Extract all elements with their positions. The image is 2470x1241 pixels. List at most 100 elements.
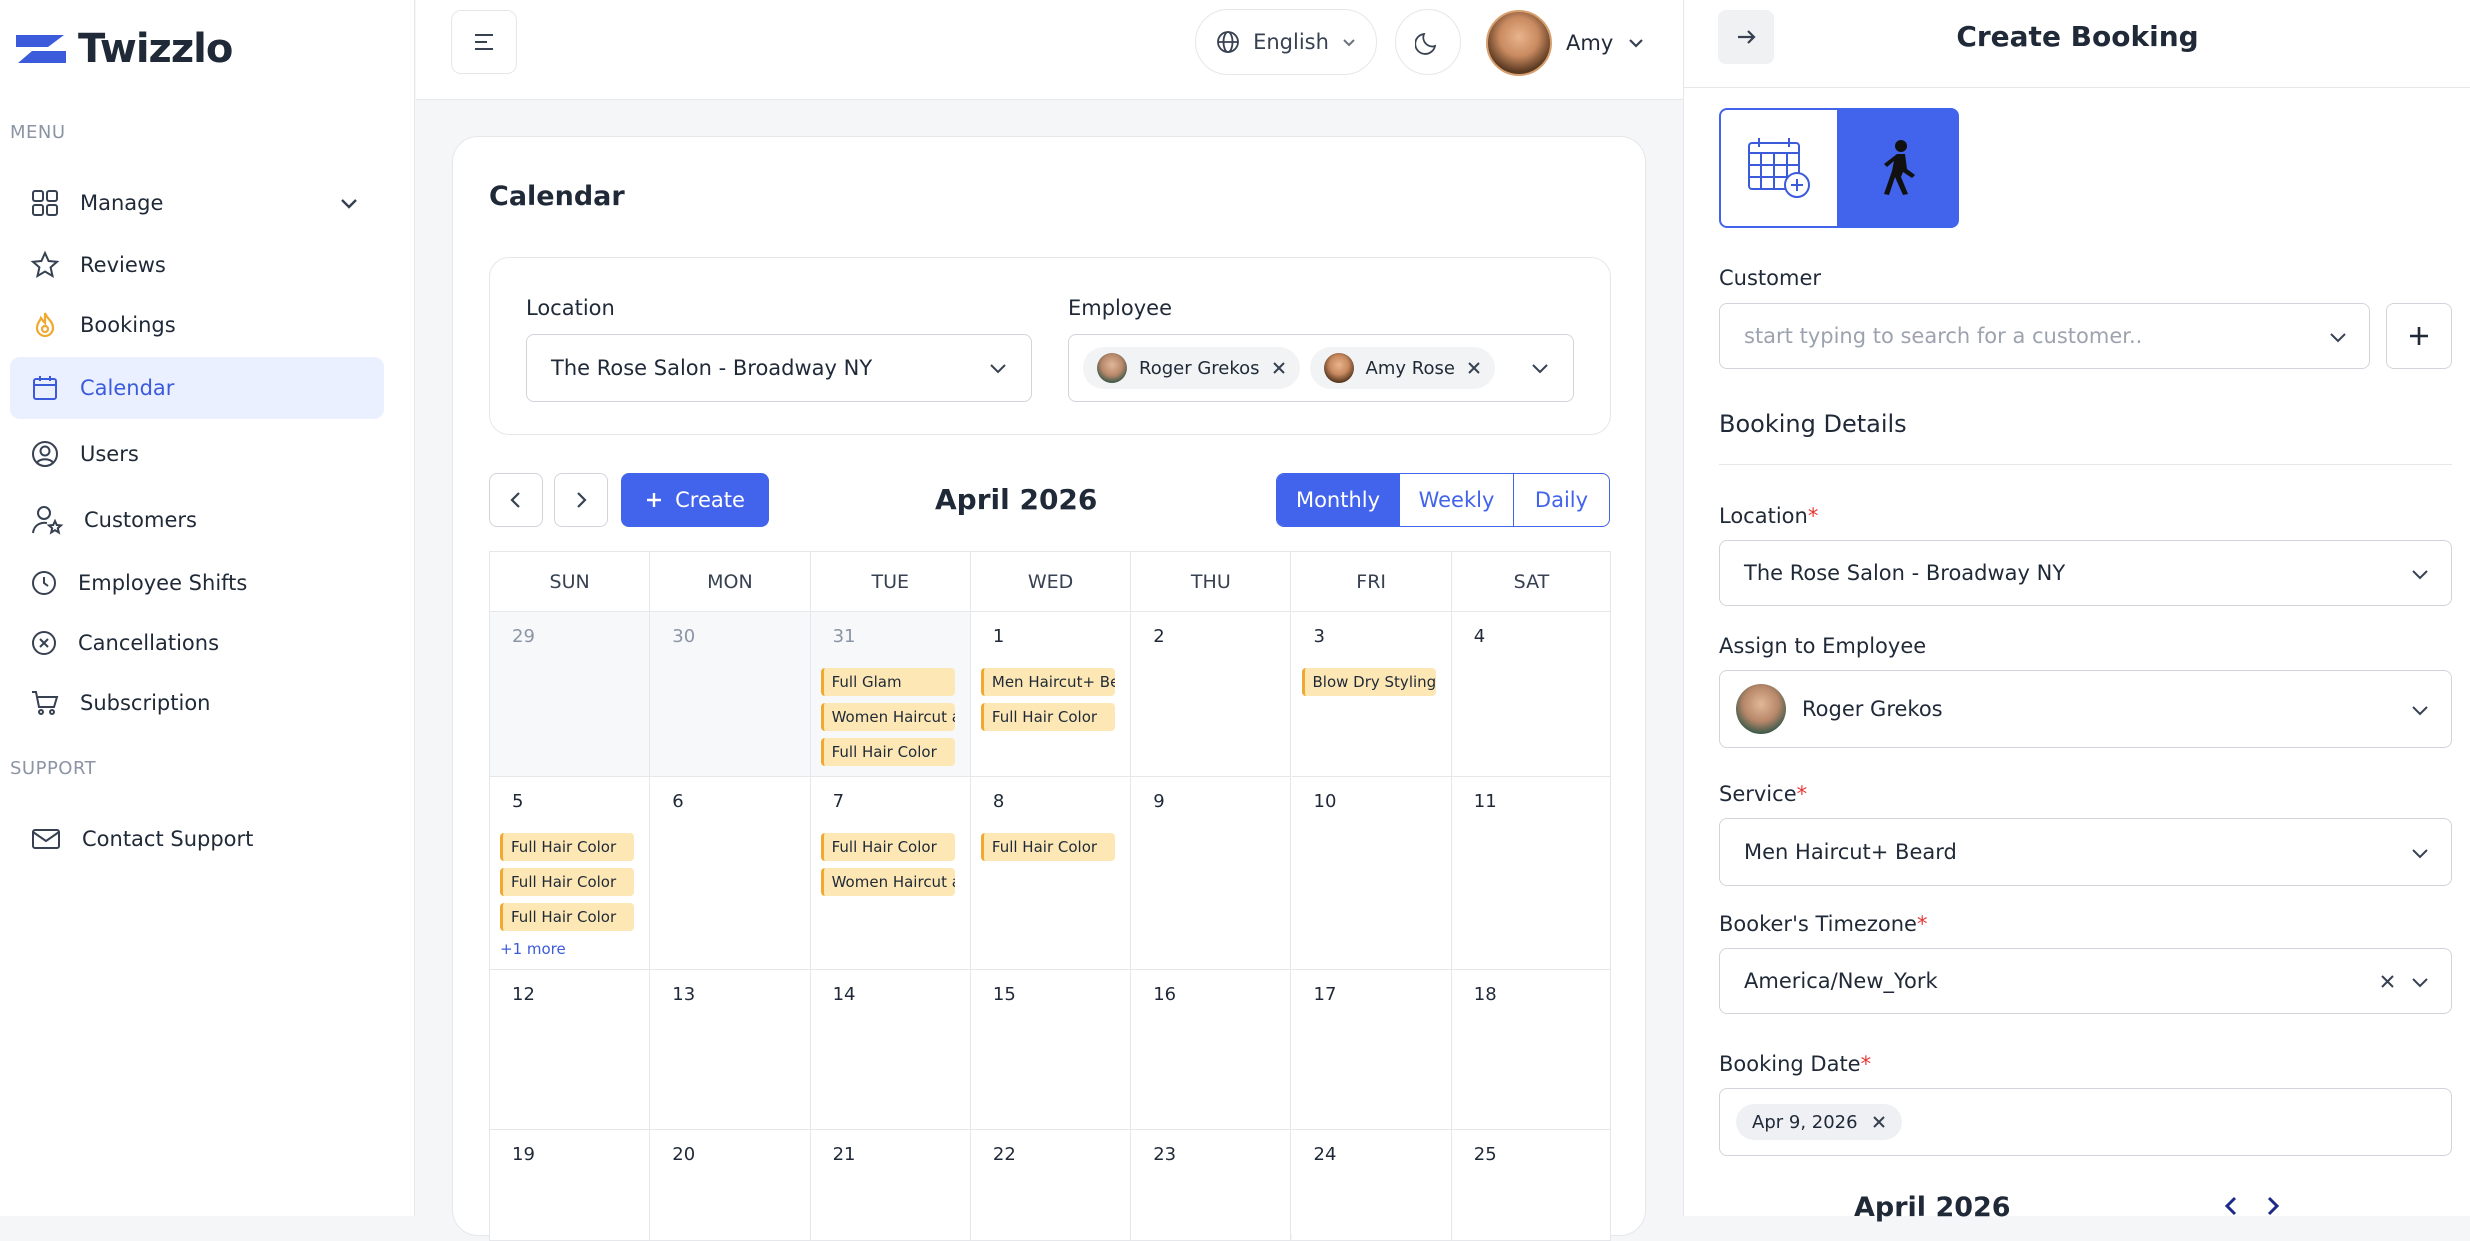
- chevron-down-icon: [2412, 849, 2428, 859]
- sidebar-item-label: Cancellations: [78, 631, 220, 655]
- more-events-link[interactable]: +1 more: [500, 940, 566, 958]
- timezone-value: America/New_York: [1744, 969, 1938, 993]
- chevron-left-icon: [510, 492, 520, 508]
- calendar-day-cell[interactable]: 13: [650, 970, 811, 1130]
- calendar-event[interactable]: Men Haircut+ Beard: [980, 668, 1115, 696]
- sidebar-item-reviews[interactable]: Reviews: [10, 234, 384, 296]
- close-icon[interactable]: [1467, 361, 1481, 375]
- booking-date-input[interactable]: Apr 9, 2026: [1719, 1088, 2452, 1156]
- calendar-day-cell[interactable]: 7 Full Hair Color Women Haircut and: [810, 777, 971, 970]
- employee-multiselect[interactable]: Roger Grekos Amy Rose: [1068, 334, 1574, 402]
- timezone-select[interactable]: America/New_York: [1719, 948, 2452, 1014]
- walk-in-booking-toggle[interactable]: [1839, 108, 1959, 228]
- theme-toggle-button[interactable]: [1395, 9, 1461, 75]
- calendar-day-cell[interactable]: 21: [810, 1130, 971, 1240]
- view-weekly-button[interactable]: Weekly: [1399, 474, 1513, 526]
- previous-month-button[interactable]: [489, 473, 543, 527]
- calendar-event[interactable]: Full Hair Color: [500, 868, 634, 896]
- label-text: Booking Date: [1719, 1052, 1861, 1076]
- calendar-day-cell[interactable]: 8 Full Hair Color: [970, 777, 1132, 970]
- sidebar-item-cancellations[interactable]: Cancellations: [10, 612, 384, 674]
- calendar-day-cell[interactable]: 18: [1451, 970, 1610, 1130]
- calendar-day-cell[interactable]: 10: [1291, 777, 1452, 970]
- close-icon[interactable]: [1272, 361, 1286, 375]
- sidebar-item-users[interactable]: Users: [10, 423, 384, 485]
- calendar-day-cell[interactable]: 17: [1291, 970, 1452, 1130]
- calendar-day-cell[interactable]: 9: [1131, 777, 1292, 970]
- view-monthly-button[interactable]: Monthly: [1277, 474, 1399, 526]
- customer-placeholder: start typing to search for a customer..: [1744, 324, 2143, 348]
- sidebar-item-label: Subscription: [80, 691, 211, 715]
- calendar-event[interactable]: Full Hair Color: [820, 738, 955, 766]
- calendar-day-cell[interactable]: 30: [650, 612, 811, 777]
- calendar-event[interactable]: Full Hair Color: [500, 833, 634, 861]
- calendar-day-cell[interactable]: 16: [1131, 970, 1292, 1130]
- calendar-event[interactable]: Blow Dry Styling: [1301, 668, 1436, 696]
- calendar-event[interactable]: Full Hair Color: [820, 833, 955, 861]
- calendar-day-cell[interactable]: 11: [1451, 777, 1610, 970]
- panel-title: Create Booking: [1956, 20, 2199, 53]
- sidebar-item-label: Manage: [80, 191, 164, 215]
- location-select[interactable]: The Rose Salon - Broadway NY: [526, 334, 1032, 402]
- chevron-right-icon[interactable]: [2262, 1196, 2284, 1216]
- clear-icon[interactable]: [2380, 974, 2395, 989]
- location-select[interactable]: The Rose Salon - Broadway NY: [1719, 540, 2452, 606]
- day-number: 11: [1473, 791, 1497, 812]
- language-selector[interactable]: English: [1195, 9, 1377, 75]
- app-logo[interactable]: Twizzlo: [12, 26, 233, 72]
- sidebar-item-manage[interactable]: Manage: [10, 172, 384, 234]
- day-header: TUE: [810, 552, 971, 612]
- calendar-day-cell[interactable]: 14: [810, 970, 971, 1130]
- calendar-event[interactable]: Full Hair Color: [500, 903, 634, 931]
- calendar-day-cell[interactable]: 2: [1131, 612, 1292, 777]
- create-booking-button[interactable]: Create: [621, 473, 769, 527]
- add-customer-button[interactable]: [2386, 303, 2452, 369]
- calendar-day-cell[interactable]: 25: [1451, 1130, 1610, 1240]
- sidebar-item-customers[interactable]: Customers: [10, 489, 384, 551]
- calendar-day-cell[interactable]: 19: [490, 1130, 651, 1240]
- calendar-day-cell[interactable]: 6: [650, 777, 811, 970]
- calendar-day-cell[interactable]: 3 Blow Dry Styling: [1291, 612, 1452, 777]
- employee-select[interactable]: Roger Grekos: [1719, 670, 2452, 748]
- sidebar-item-contact-support[interactable]: Contact Support: [10, 808, 384, 870]
- menu-toggle-button[interactable]: [451, 10, 517, 74]
- avatar: [1736, 684, 1786, 734]
- calendar-day-cell[interactable]: 4: [1451, 612, 1610, 777]
- day-header: WED: [970, 552, 1132, 612]
- calendar-day-cell[interactable]: 12: [490, 970, 651, 1130]
- sidebar-item-calendar[interactable]: Calendar: [10, 357, 384, 419]
- calendar-day-cell[interactable]: 29: [490, 612, 651, 777]
- calendar-day-cell[interactable]: 20: [650, 1130, 811, 1240]
- create-booking-panel: Create Booking Customer start typing to …: [1683, 0, 2470, 1223]
- avatar: [1323, 353, 1354, 383]
- service-select[interactable]: Men Haircut+ Beard: [1719, 818, 2452, 886]
- calendar-day-cell[interactable]: 5 Full Hair Color Full Hair Color Full Hair…: [490, 777, 651, 970]
- calendar-event[interactable]: Full Hair Color: [980, 833, 1115, 861]
- day-number: 30: [672, 626, 696, 647]
- calendar-day-cell[interactable]: 23: [1131, 1130, 1292, 1240]
- day-number: 9: [1153, 791, 1165, 812]
- calendar-day-cell[interactable]: 31 Full Glam Women Haircut and Full Hair Co…: [810, 612, 971, 777]
- sidebar-item-bookings[interactable]: Bookings: [10, 294, 384, 356]
- sidebar-item-employee-shifts[interactable]: Employee Shifts: [10, 552, 384, 614]
- calendar-day-cell[interactable]: 1 Men Haircut+ Beard Full Hair Color: [970, 612, 1132, 777]
- next-month-button[interactable]: [554, 473, 608, 527]
- scheduled-booking-toggle[interactable]: [1719, 108, 1839, 228]
- calendar-day-cell[interactable]: 15: [970, 970, 1132, 1130]
- calendar-event[interactable]: Full Hair Color: [980, 703, 1115, 731]
- calendar-day-cell[interactable]: 24: [1291, 1130, 1452, 1240]
- calendar-event[interactable]: Women Haircut and: [820, 703, 955, 731]
- close-icon[interactable]: [1872, 1115, 1886, 1129]
- customer-search-input[interactable]: start typing to search for a customer..: [1719, 303, 2370, 369]
- view-daily-button[interactable]: Daily: [1513, 474, 1609, 526]
- calendar-event[interactable]: Full Glam: [820, 668, 955, 696]
- sidebar-item-subscription[interactable]: Subscription: [10, 672, 384, 734]
- avatar: [1097, 353, 1127, 383]
- booking-details-heading: Booking Details: [1719, 410, 1907, 438]
- calendar-event[interactable]: Women Haircut and: [820, 868, 955, 896]
- chevron-left-icon[interactable]: [2220, 1196, 2242, 1216]
- location-value: The Rose Salon - Broadway NY: [551, 356, 873, 380]
- user-menu[interactable]: Amy: [1486, 10, 1645, 76]
- calendar-card: Calendar Location The Rose Salon - Broad…: [452, 136, 1646, 1241]
- calendar-day-cell[interactable]: 22: [970, 1130, 1132, 1240]
